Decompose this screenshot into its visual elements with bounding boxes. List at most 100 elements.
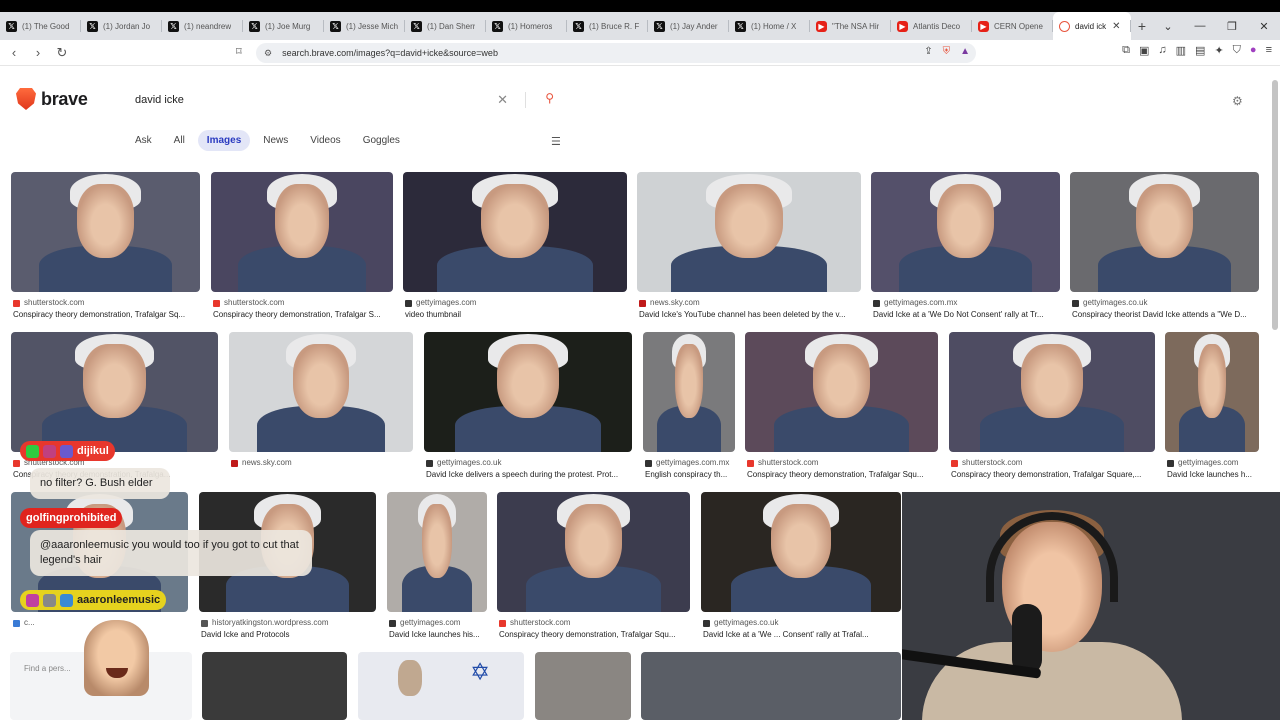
image-caption[interactable]: gettyimages.com.mx English conspiracy th.…: [645, 457, 737, 481]
image-source: historyatkingston.wordpress.com: [201, 617, 378, 629]
scrollbar[interactable]: [1272, 80, 1278, 330]
image-caption[interactable]: shutterstock.com Conspiracy theory demons…: [13, 297, 202, 321]
rewards-icon[interactable]: ▲: [960, 46, 970, 57]
image-result[interactable]: [701, 492, 901, 612]
tab-videos[interactable]: Videos: [301, 130, 349, 151]
image-result[interactable]: [11, 172, 200, 292]
image-result[interactable]: [871, 172, 1060, 292]
tab[interactable]: ▶ Atlantis Deco: [891, 12, 972, 40]
bookmark-icon[interactable]: ⌑: [236, 45, 242, 58]
puzzle-icon[interactable]: ⧉: [1122, 44, 1130, 57]
badge-icon: [43, 444, 56, 458]
tab-images[interactable]: Images: [197, 130, 251, 151]
tab-active[interactable]: david ick ✕: [1053, 12, 1131, 40]
photo-face: [771, 504, 831, 579]
tab[interactable]: 𝕏 (1) Dan Sherr: [405, 12, 486, 40]
image-caption[interactable]: gettyimages.com video thumbnail: [405, 297, 629, 321]
tab[interactable]: 𝕏 (1) neandrew: [162, 12, 243, 40]
tab-news[interactable]: News: [254, 130, 297, 151]
image-caption[interactable]: gettyimages.com David Icke launches his..…: [389, 617, 489, 641]
image-result[interactable]: [211, 172, 393, 292]
image-caption[interactable]: shutterstock.com Conspiracy theory demons…: [499, 617, 692, 641]
brave-lion-icon: [16, 88, 36, 110]
site-info-icon[interactable]: ⚙: [264, 48, 272, 59]
image-caption[interactable]: gettyimages.com David Icke launches h...: [1167, 457, 1261, 481]
address-bar[interactable]: ⚙ search.brave.com/images?q=david+icke&s…: [256, 43, 976, 63]
image-result[interactable]: [949, 332, 1155, 452]
image-caption[interactable]: gettyimages.co.uk David Icke delivers a s…: [426, 457, 634, 481]
image-result[interactable]: [11, 332, 218, 452]
image-caption[interactable]: shutterstock.com Conspiracy theory demons…: [213, 297, 395, 321]
tab-ask[interactable]: Ask: [126, 130, 161, 151]
tab[interactable]: 𝕏 (1) The Good: [0, 12, 81, 40]
sidebar-icon[interactable]: ▥: [1176, 44, 1186, 57]
search-icon[interactable]: ⚲: [545, 91, 554, 105]
tab[interactable]: ▶ "The NSA Hir: [810, 12, 891, 40]
image-caption[interactable]: news.sky.com: [231, 457, 415, 469]
profile-icon[interactable]: ●: [1250, 44, 1257, 57]
brave-shields-icon[interactable]: ⛨: [943, 46, 951, 57]
back-icon[interactable]: ‹: [4, 45, 24, 60]
tab-goggles[interactable]: Goggles: [354, 130, 409, 151]
screenshot-icon[interactable]: ▣: [1139, 44, 1149, 57]
tab[interactable]: 𝕏 (1) Joe Murg: [243, 12, 324, 40]
forward-icon[interactable]: ›: [28, 45, 48, 60]
wallet-icon[interactable]: ▤: [1195, 44, 1205, 57]
source-domain: shutterstock.com: [962, 458, 1023, 467]
close-icon[interactable]: ✕: [1248, 12, 1280, 40]
vpn-icon[interactable]: ⛉: [1233, 44, 1241, 57]
leo-icon[interactable]: ✦: [1214, 44, 1223, 57]
image-result[interactable]: [745, 332, 938, 452]
menu-icon[interactable]: ≡: [1266, 44, 1272, 57]
image-result[interactable]: [643, 332, 735, 452]
image-result[interactable]: [637, 172, 861, 292]
photo-face: [812, 344, 871, 419]
tab[interactable]: 𝕏 (1) Bruce R. F: [567, 12, 648, 40]
image-result[interactable]: [1165, 332, 1259, 452]
youtube-icon: ▶: [897, 20, 908, 32]
image-caption[interactable]: gettyimages.co.uk Conspiracy theorist Dav…: [1072, 297, 1261, 321]
tab[interactable]: 𝕏 (1) Homeros: [486, 12, 567, 40]
gear-icon[interactable]: ⚙: [1232, 94, 1243, 108]
image-result[interactable]: [403, 172, 627, 292]
image-result[interactable]: [387, 492, 487, 612]
image-result[interactable]: [497, 492, 690, 612]
search-input[interactable]: david icke ✕ ⚲: [124, 86, 566, 114]
image-result-partial[interactable]: [641, 652, 901, 720]
brave-logo[interactable]: brave: [16, 88, 88, 110]
image-result-partial[interactable]: ✡: [358, 652, 524, 720]
chevron-down-icon[interactable]: ⌄: [1152, 12, 1184, 40]
reload-icon[interactable]: ↻: [52, 45, 72, 61]
image-caption[interactable]: news.sky.com David Icke's YouTube channel…: [639, 297, 863, 321]
image-caption[interactable]: shutterstock.com Conspiracy theory demons…: [951, 457, 1157, 481]
close-tab-icon[interactable]: ✕: [1112, 21, 1120, 32]
tab[interactable]: 𝕏 (1) Jordan Jo: [81, 12, 162, 40]
photo-face: [77, 184, 134, 259]
brave-icon: [1059, 20, 1070, 32]
restore-icon[interactable]: ❐: [1216, 12, 1248, 40]
source-favicon-icon: [213, 299, 220, 307]
image-result-partial[interactable]: [202, 652, 347, 720]
image-caption[interactable]: gettyimages.com.mx David Icke at a 'We Do…: [873, 297, 1062, 321]
image-result[interactable]: [424, 332, 632, 452]
badge-icon: [60, 593, 73, 607]
find-person-label: Find a pers...: [24, 664, 71, 673]
share-icon[interactable]: ⇪: [924, 46, 932, 57]
image-caption[interactable]: gettyimages.co.uk David Icke at a 'We ...…: [703, 617, 903, 641]
tab[interactable]: 𝕏 (1) Jesse Mich: [324, 12, 405, 40]
tab[interactable]: 𝕏 (1) Home / X: [729, 12, 810, 40]
minimize-icon[interactable]: —: [1184, 12, 1216, 40]
image-caption[interactable]: shutterstock.com Conspiracy theory demons…: [747, 457, 940, 481]
image-caption[interactable]: historyatkingston.wordpress.com David Ick…: [201, 617, 378, 641]
clear-icon[interactable]: ✕: [497, 92, 508, 108]
music-icon[interactable]: ♫: [1158, 44, 1166, 57]
image-result[interactable]: [229, 332, 413, 452]
image-result[interactable]: [1070, 172, 1259, 292]
tab[interactable]: ▶ CERN Opene: [972, 12, 1053, 40]
tab[interactable]: 𝕏 (1) Jay Ander: [648, 12, 729, 40]
filter-icon[interactable]: ☰: [551, 135, 561, 148]
image-source: gettyimages.co.uk: [426, 457, 634, 469]
image-result-partial[interactable]: [535, 652, 631, 720]
tab-all[interactable]: All: [165, 130, 194, 151]
new-tab-button[interactable]: +: [1131, 18, 1153, 34]
